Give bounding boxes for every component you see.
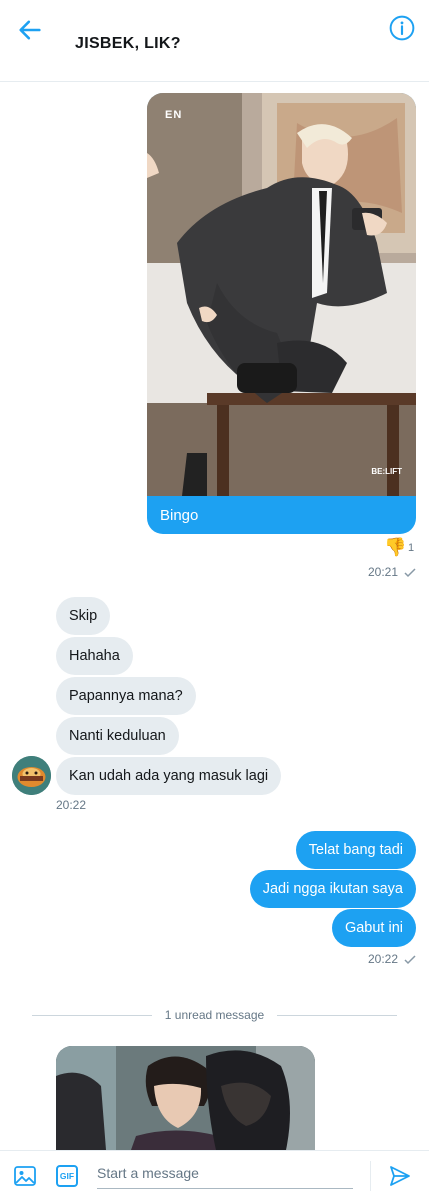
enhypen-logo-watermark: EN bbox=[165, 109, 183, 121]
info-icon[interactable] bbox=[389, 15, 415, 41]
received-message[interactable]: Papannya mana? bbox=[56, 677, 196, 715]
received-message[interactable]: Nanti keduluan bbox=[56, 717, 179, 755]
sent-media-message[interactable]: EN BE:LIFT Bingo bbox=[147, 93, 416, 534]
conversation-title[interactable]: JISBEK, LIK? bbox=[75, 35, 181, 53]
message-composer: GIF bbox=[0, 1150, 429, 1200]
received-message[interactable]: Kan udah ada yang masuk lagi bbox=[56, 757, 282, 795]
message-timestamp: 20:22 bbox=[368, 952, 399, 966]
divider-line bbox=[277, 1015, 397, 1016]
sent-message[interactable]: Gabut ini bbox=[331, 909, 416, 947]
image-icon[interactable] bbox=[13, 1164, 37, 1188]
conversation-header: JISBEK, LIK? bbox=[0, 0, 429, 82]
sent-check-icon bbox=[404, 955, 416, 965]
gif-button[interactable]: GIF bbox=[56, 1165, 78, 1187]
reaction-count: 1 bbox=[408, 542, 415, 554]
thumbs-down-icon[interactable]: 👎 bbox=[384, 537, 406, 558]
composer-divider bbox=[370, 1161, 371, 1191]
send-icon[interactable] bbox=[388, 1164, 412, 1188]
sent-photo[interactable]: EN BE:LIFT bbox=[147, 93, 416, 496]
message-timestamp: 20:21 bbox=[368, 565, 399, 579]
received-message[interactable]: Hahaha bbox=[56, 637, 133, 675]
sender-avatar[interactable] bbox=[12, 756, 51, 795]
back-arrow-icon[interactable] bbox=[16, 16, 44, 44]
sent-media-caption: Bingo bbox=[160, 507, 199, 524]
received-message[interactable]: Skip bbox=[56, 597, 111, 635]
received-photo[interactable] bbox=[56, 1046, 315, 1150]
sent-check-icon bbox=[404, 568, 416, 578]
sent-message[interactable]: Jadi ngga ikutan saya bbox=[249, 870, 416, 908]
sent-message[interactable]: Telat bang tadi bbox=[295, 831, 416, 869]
message-timestamp: 20:22 bbox=[56, 798, 87, 812]
message-input[interactable] bbox=[97, 1157, 353, 1189]
belift-logo-watermark: BE:LIFT bbox=[371, 467, 402, 476]
